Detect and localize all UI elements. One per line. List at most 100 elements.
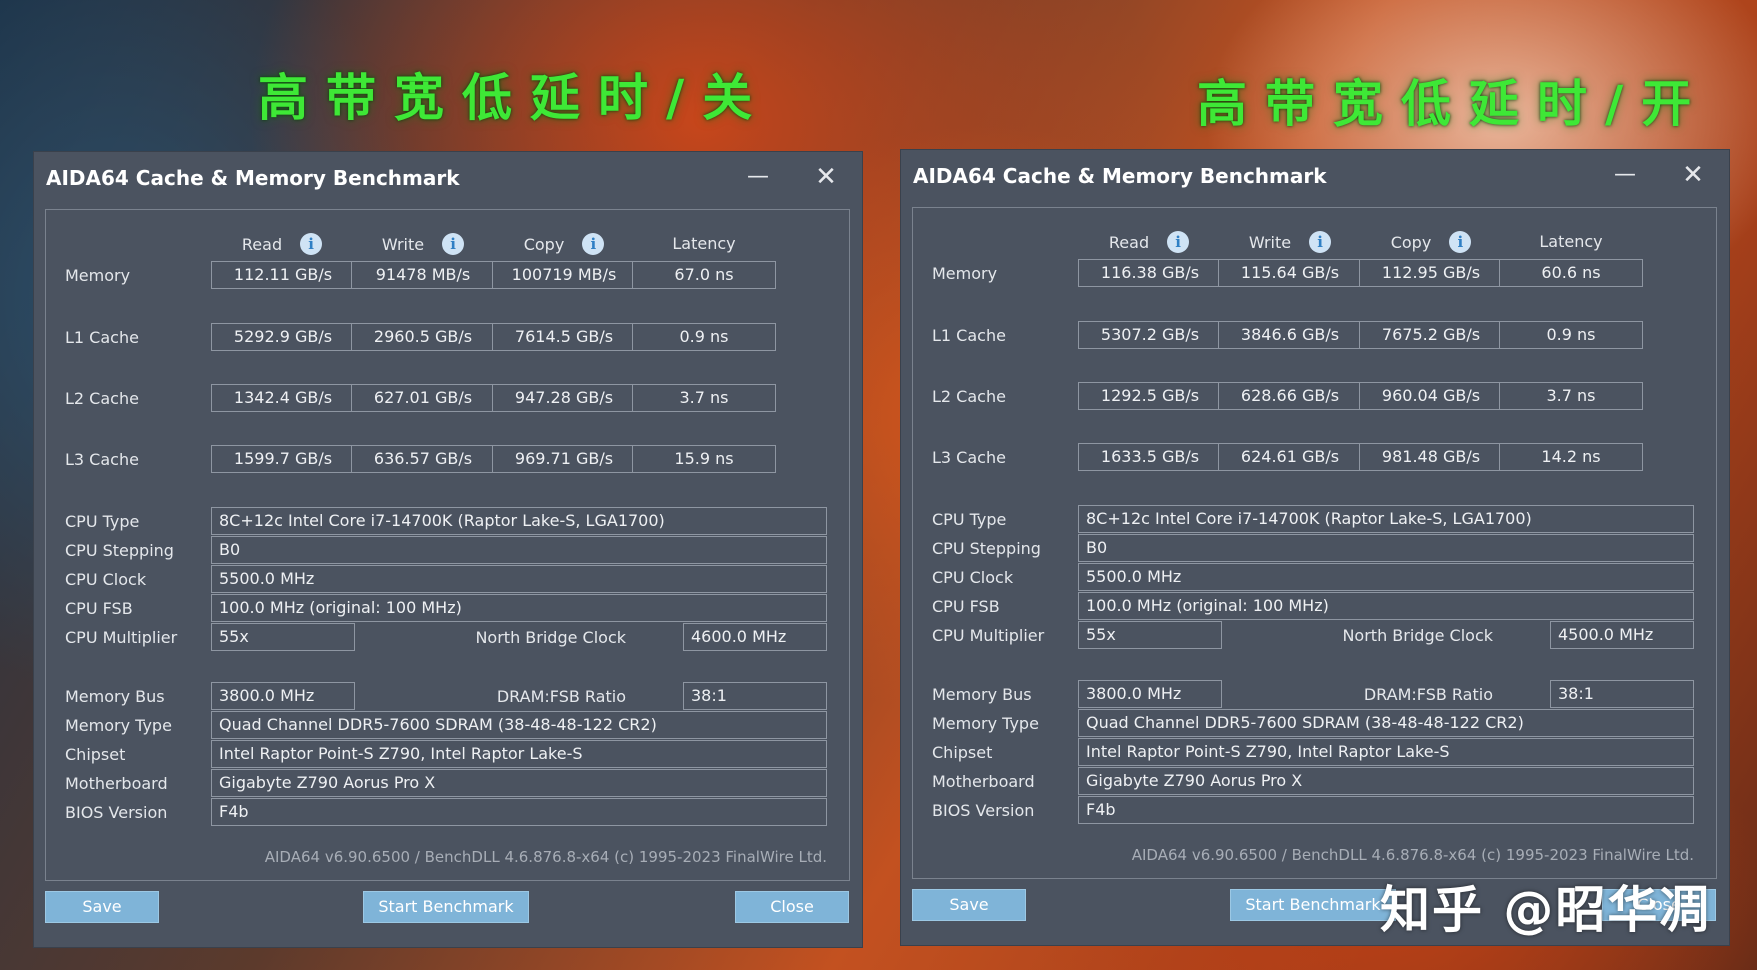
info-icon[interactable]: i: [1309, 231, 1332, 253]
start-benchmark-button[interactable]: Start Benchmark: [363, 891, 529, 923]
header-write: Write i: [1218, 231, 1362, 253]
results-panel: Read i Write i Copy i Latency Memory 112.11…: [45, 209, 850, 881]
cpu-clock-value: 5500.0 MHz: [211, 565, 827, 593]
header-latency-label: Latency: [1539, 232, 1603, 251]
label-cpu-type: CPU Type: [65, 512, 140, 531]
l1-read: 5292.9 GB/s: [211, 323, 355, 351]
header-write-label: Write: [1248, 232, 1292, 252]
label-bios: BIOS Version: [65, 803, 168, 822]
label-bios: BIOS Version: [932, 801, 1035, 820]
l2-write: 627.01 GB/s: [351, 384, 495, 412]
label-memory-bus: Memory Bus: [65, 687, 165, 706]
minimize-icon: —: [747, 164, 769, 189]
minimize-icon: —: [1614, 162, 1636, 187]
row-label-l2: L2 Cache: [65, 389, 139, 408]
memory-type-value: Quad Channel DDR5-7600 SDRAM (38-48-48-1…: [211, 711, 827, 739]
memory-latency: 60.6 ns: [1499, 259, 1643, 287]
info-icon[interactable]: i: [442, 233, 465, 255]
start-benchmark-button[interactable]: Start Benchmark: [1230, 889, 1396, 921]
memory-read: 112.11 GB/s: [211, 261, 355, 289]
memory-read: 116.38 GB/s: [1078, 259, 1222, 287]
label-cpu-stepping: CPU Stepping: [932, 539, 1041, 558]
row-label-l3: L3 Cache: [65, 450, 139, 469]
cpu-multiplier-value: 55x: [1078, 621, 1222, 649]
minimize-button[interactable]: —: [1607, 160, 1643, 190]
label-chipset: Chipset: [932, 743, 993, 762]
row-label-memory: Memory: [65, 266, 131, 285]
header-copy-label: Copy: [523, 234, 565, 254]
title-bar: AIDA64 Cache & Memory Benchmark — ✕: [34, 152, 862, 206]
header-copy-label: Copy: [1390, 232, 1432, 252]
label-dram-fsb: DRAM:FSB Ratio: [496, 687, 626, 706]
cpu-fsb-value: 100.0 MHz (original: 100 MHz): [211, 594, 827, 622]
header-latency: Latency: [632, 233, 776, 253]
benchmark-window-off: AIDA64 Cache & Memory Benchmark — ✕ Read…: [33, 151, 863, 948]
header-copy: Copy i: [492, 233, 636, 255]
label-cpu-multiplier: CPU Multiplier: [932, 626, 1045, 645]
l1-write: 2960.5 GB/s: [351, 323, 495, 351]
version-footer: AIDA64 v6.90.6500 / BenchDLL 4.6.876.8-x…: [1131, 846, 1694, 864]
zhihu-watermark: 知乎 @昭华凋: [1380, 881, 1712, 939]
header-read-label: Read: [1108, 232, 1150, 252]
save-button[interactable]: Save: [912, 889, 1026, 921]
memory-copy: 100719 MB/s: [492, 261, 636, 289]
l1-latency: 0.9 ns: [1499, 321, 1643, 349]
label-memory-type: Memory Type: [932, 714, 1039, 733]
cpu-clock-value: 5500.0 MHz: [1078, 563, 1694, 591]
l3-write: 624.61 GB/s: [1218, 443, 1362, 471]
chipset-value: Intel Raptor Point-S Z790, Intel Raptor …: [1078, 738, 1694, 766]
dram-fsb-value: 38:1: [683, 682, 827, 710]
dram-fsb-value: 38:1: [1550, 680, 1694, 708]
label-motherboard: Motherboard: [65, 774, 168, 793]
bios-value: F4b: [1078, 796, 1694, 824]
cpu-stepping-value: B0: [211, 536, 827, 564]
cpu-fsb-value: 100.0 MHz (original: 100 MHz): [1078, 592, 1694, 620]
label-nb-clock: North Bridge Clock: [1342, 626, 1493, 645]
l3-read: 1633.5 GB/s: [1078, 443, 1222, 471]
close-icon: ✕: [1682, 160, 1704, 190]
l3-copy: 981.48 GB/s: [1359, 443, 1503, 471]
memory-latency: 67.0 ns: [632, 261, 776, 289]
memory-type-value: Quad Channel DDR5-7600 SDRAM (38-48-48-1…: [1078, 709, 1694, 737]
info-icon[interactable]: i: [1167, 231, 1190, 253]
cpu-multiplier-value: 55x: [211, 623, 355, 651]
label-cpu-type: CPU Type: [932, 510, 1007, 529]
chipset-value: Intel Raptor Point-S Z790, Intel Raptor …: [211, 740, 827, 768]
close-button[interactable]: Close: [735, 891, 849, 923]
l2-latency: 3.7 ns: [632, 384, 776, 412]
l2-write: 628.66 GB/s: [1218, 382, 1362, 410]
l2-copy: 947.28 GB/s: [492, 384, 636, 412]
l3-copy: 969.71 GB/s: [492, 445, 636, 473]
memory-write: 115.64 GB/s: [1218, 259, 1362, 287]
window-title: AIDA64 Cache & Memory Benchmark: [913, 164, 1327, 188]
window-title: AIDA64 Cache & Memory Benchmark: [46, 166, 460, 190]
header-read-label: Read: [241, 234, 283, 254]
nb-clock-value: 4600.0 MHz: [683, 623, 827, 651]
banner-right: 高带宽低延时/开: [1197, 74, 1710, 133]
info-icon[interactable]: i: [300, 233, 323, 255]
l3-write: 636.57 GB/s: [351, 445, 495, 473]
header-copy: Copy i: [1359, 231, 1503, 253]
window-close-button[interactable]: ✕: [808, 162, 844, 192]
label-memory-type: Memory Type: [65, 716, 172, 735]
label-cpu-clock: CPU Clock: [65, 570, 147, 589]
label-motherboard: Motherboard: [932, 772, 1035, 791]
header-write-label: Write: [381, 234, 425, 254]
l1-copy: 7614.5 GB/s: [492, 323, 636, 351]
l3-read: 1599.7 GB/s: [211, 445, 355, 473]
l1-read: 5307.2 GB/s: [1078, 321, 1222, 349]
l3-latency: 14.2 ns: [1499, 443, 1643, 471]
motherboard-value: Gigabyte Z790 Aorus Pro X: [211, 769, 827, 797]
label-cpu-clock: CPU Clock: [932, 568, 1014, 587]
l1-write: 3846.6 GB/s: [1218, 321, 1362, 349]
save-button[interactable]: Save: [45, 891, 159, 923]
label-memory-bus: Memory Bus: [932, 685, 1032, 704]
info-icon[interactable]: i: [582, 233, 605, 255]
header-read: Read i: [210, 233, 354, 255]
l2-read: 1292.5 GB/s: [1078, 382, 1222, 410]
minimize-button[interactable]: —: [740, 162, 776, 192]
info-icon[interactable]: i: [1449, 231, 1472, 253]
window-close-button[interactable]: ✕: [1675, 160, 1711, 190]
memory-bus-value: 3800.0 MHz: [1078, 680, 1222, 708]
close-icon: ✕: [815, 162, 837, 192]
